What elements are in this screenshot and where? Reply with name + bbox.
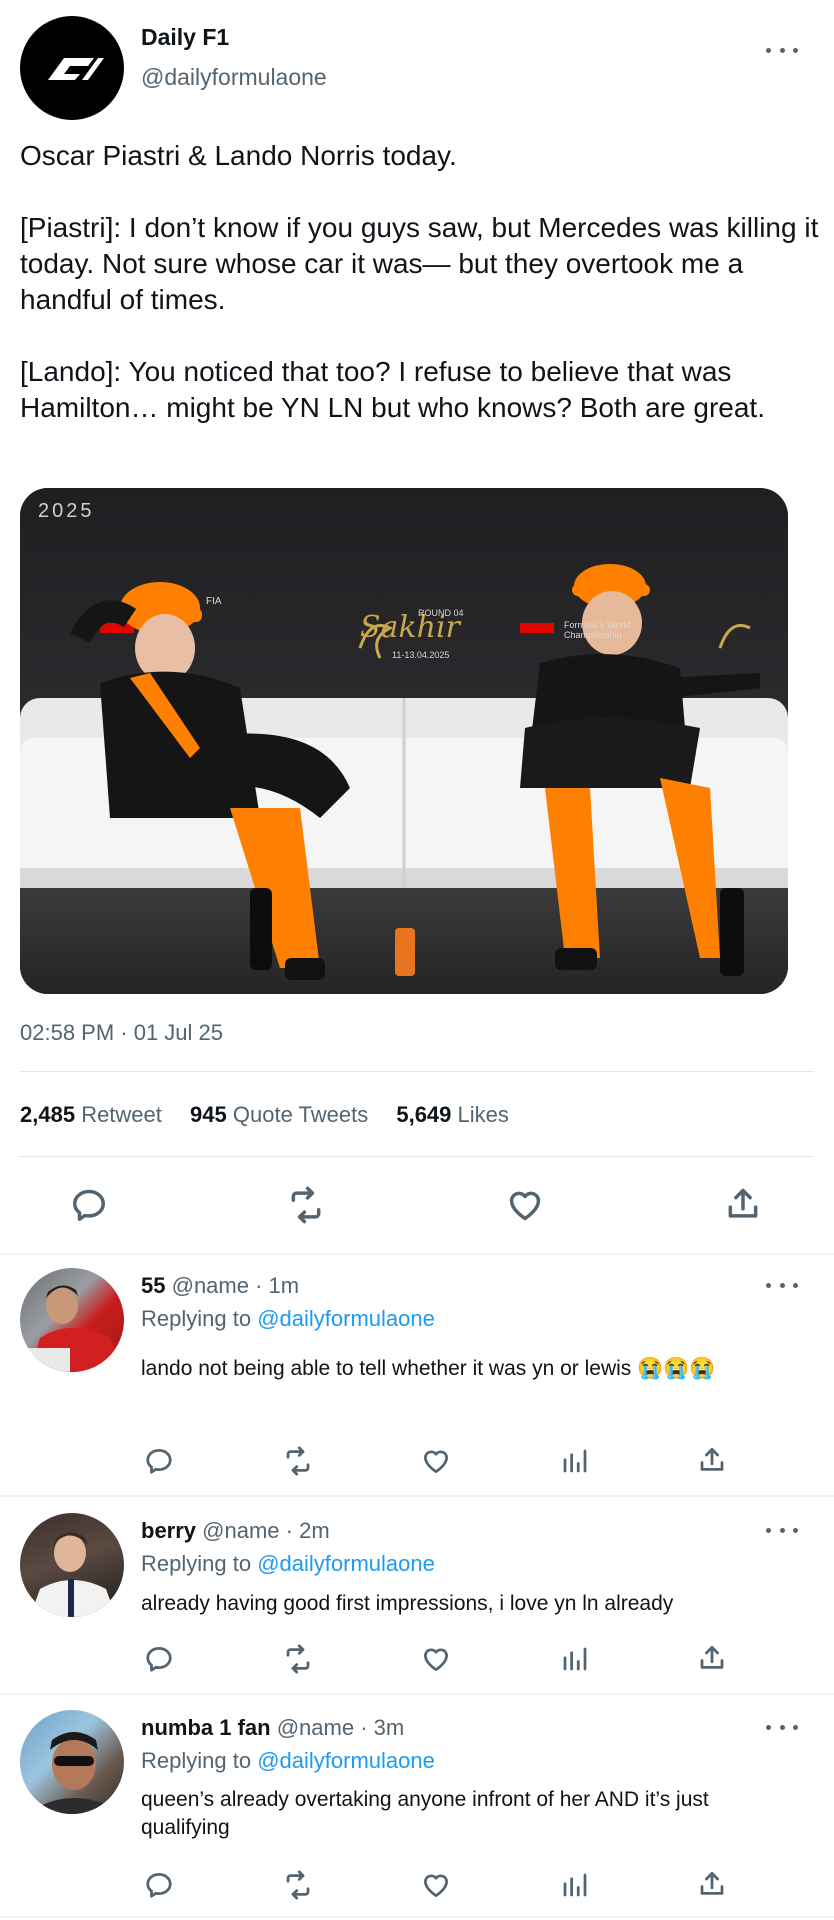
views-icon[interactable] (560, 1446, 590, 1476)
reply-author-name[interactable]: numba 1 fan (141, 1715, 271, 1740)
section-divider (0, 1916, 834, 1918)
reply-author-handle[interactable]: @name (172, 1273, 249, 1298)
author-name[interactable]: Daily F1 (141, 24, 229, 51)
replying-to: Replying to @dailyformulaone (141, 1306, 435, 1331)
share-icon[interactable] (724, 1184, 762, 1224)
tweet-paragraph: [Piastri]: I don’t know if you guys saw,… (20, 212, 819, 315)
avatar-photo (40, 1732, 110, 1814)
reply-icon[interactable] (70, 1186, 108, 1224)
more-icon[interactable] (766, 1520, 798, 1540)
replying-to-link[interactable]: @dailyformulaone (257, 1748, 435, 1773)
author-avatar[interactable] (20, 16, 124, 120)
reply-time[interactable]: · 2m (286, 1518, 330, 1543)
section-divider (0, 1253, 834, 1255)
share-icon[interactable] (697, 1642, 727, 1674)
reply-author-handle[interactable]: @name (202, 1518, 279, 1543)
avatar[interactable] (20, 1513, 124, 1617)
like-icon[interactable] (421, 1446, 451, 1476)
more-icon[interactable] (766, 1717, 798, 1737)
reply-time[interactable]: · 3m (360, 1715, 404, 1740)
share-icon[interactable] (697, 1444, 727, 1476)
reply-author-name[interactable]: berry (141, 1518, 196, 1543)
reply-text: lando not being able to tell whether it … (141, 1357, 716, 1380)
like-icon[interactable] (421, 1870, 451, 1900)
reply-header: berry @name · 2m (141, 1518, 330, 1544)
retweet-icon[interactable] (282, 1644, 314, 1674)
avatar-photo (20, 1285, 124, 1372)
reply-text: queen’s already overtaking anyone infron… (141, 1788, 709, 1839)
retweet-icon[interactable] (282, 1446, 314, 1476)
reply-text: already having good first impressions, i… (141, 1592, 674, 1615)
likes-stat[interactable]: 5,649 Likes (396, 1102, 509, 1127)
image-championship-text: Formula 1 World Championship (564, 620, 631, 640)
reply-icon[interactable] (144, 1870, 174, 1900)
retweet-stat[interactable]: 2,485 Retweet (20, 1102, 162, 1127)
more-icon[interactable] (766, 40, 798, 60)
tweet-timestamp[interactable]: 02:58 PM · 01 Jul 25 (20, 1020, 223, 1046)
divider (20, 1156, 814, 1157)
views-icon[interactable] (560, 1870, 590, 1900)
more-icon[interactable] (766, 1275, 798, 1295)
tweet-paragraph: [Lando]: You noticed that too? I refuse … (20, 356, 765, 423)
section-divider (0, 1693, 834, 1695)
views-icon[interactable] (560, 1644, 590, 1674)
image-round-text: ROUND 04 (418, 608, 464, 618)
like-icon[interactable] (506, 1186, 544, 1224)
image-year-text: 2025 (38, 500, 95, 522)
replying-to-link[interactable]: @dailyformulaone (257, 1551, 435, 1576)
f1-logo-icon (48, 58, 104, 80)
reply-icon[interactable] (144, 1446, 174, 1476)
avatar-photo (30, 1532, 116, 1617)
reply-time[interactable]: · 1m (255, 1273, 299, 1298)
tweet-paragraph: Oscar Piastri & Lando Norris today. (20, 140, 457, 171)
reply-header: 55 @name · 1m (141, 1273, 299, 1299)
press-conference-photo (20, 488, 788, 994)
reply-author-name[interactable]: 55 (141, 1273, 165, 1298)
tweet-stats: 2,485 Retweet 945 Quote Tweets 5,649 Lik… (20, 1102, 509, 1128)
replying-to: Replying to @dailyformulaone (141, 1748, 435, 1773)
avatar[interactable] (20, 1710, 124, 1814)
section-divider (0, 1495, 834, 1497)
share-icon[interactable] (697, 1868, 727, 1900)
reply-icon[interactable] (144, 1644, 174, 1674)
image-dates-text: 11-13.04.2025 (392, 650, 450, 660)
retweet-icon[interactable] (282, 1870, 314, 1900)
replying-to: Replying to @dailyformulaone (141, 1551, 435, 1576)
author-handle[interactable]: @dailyformulaone (141, 64, 327, 91)
divider (20, 1071, 814, 1072)
reply-author-handle[interactable]: @name (277, 1715, 354, 1740)
tweet-media[interactable]: 2025 Sakhir ROUND 04 11-13.04.2025 FIA F… (20, 488, 788, 994)
replying-to-link[interactable]: @dailyformulaone (257, 1306, 435, 1331)
tweet-text: Oscar Piastri & Lando Norris today. [Pia… (20, 138, 820, 426)
image-fia-text: FIA (206, 596, 222, 607)
like-icon[interactable] (421, 1644, 451, 1674)
retweet-icon[interactable] (286, 1186, 326, 1224)
reply-header: numba 1 fan @name · 3m (141, 1715, 404, 1741)
quote-stat[interactable]: 945 Quote Tweets (190, 1102, 368, 1127)
avatar[interactable] (20, 1268, 124, 1372)
